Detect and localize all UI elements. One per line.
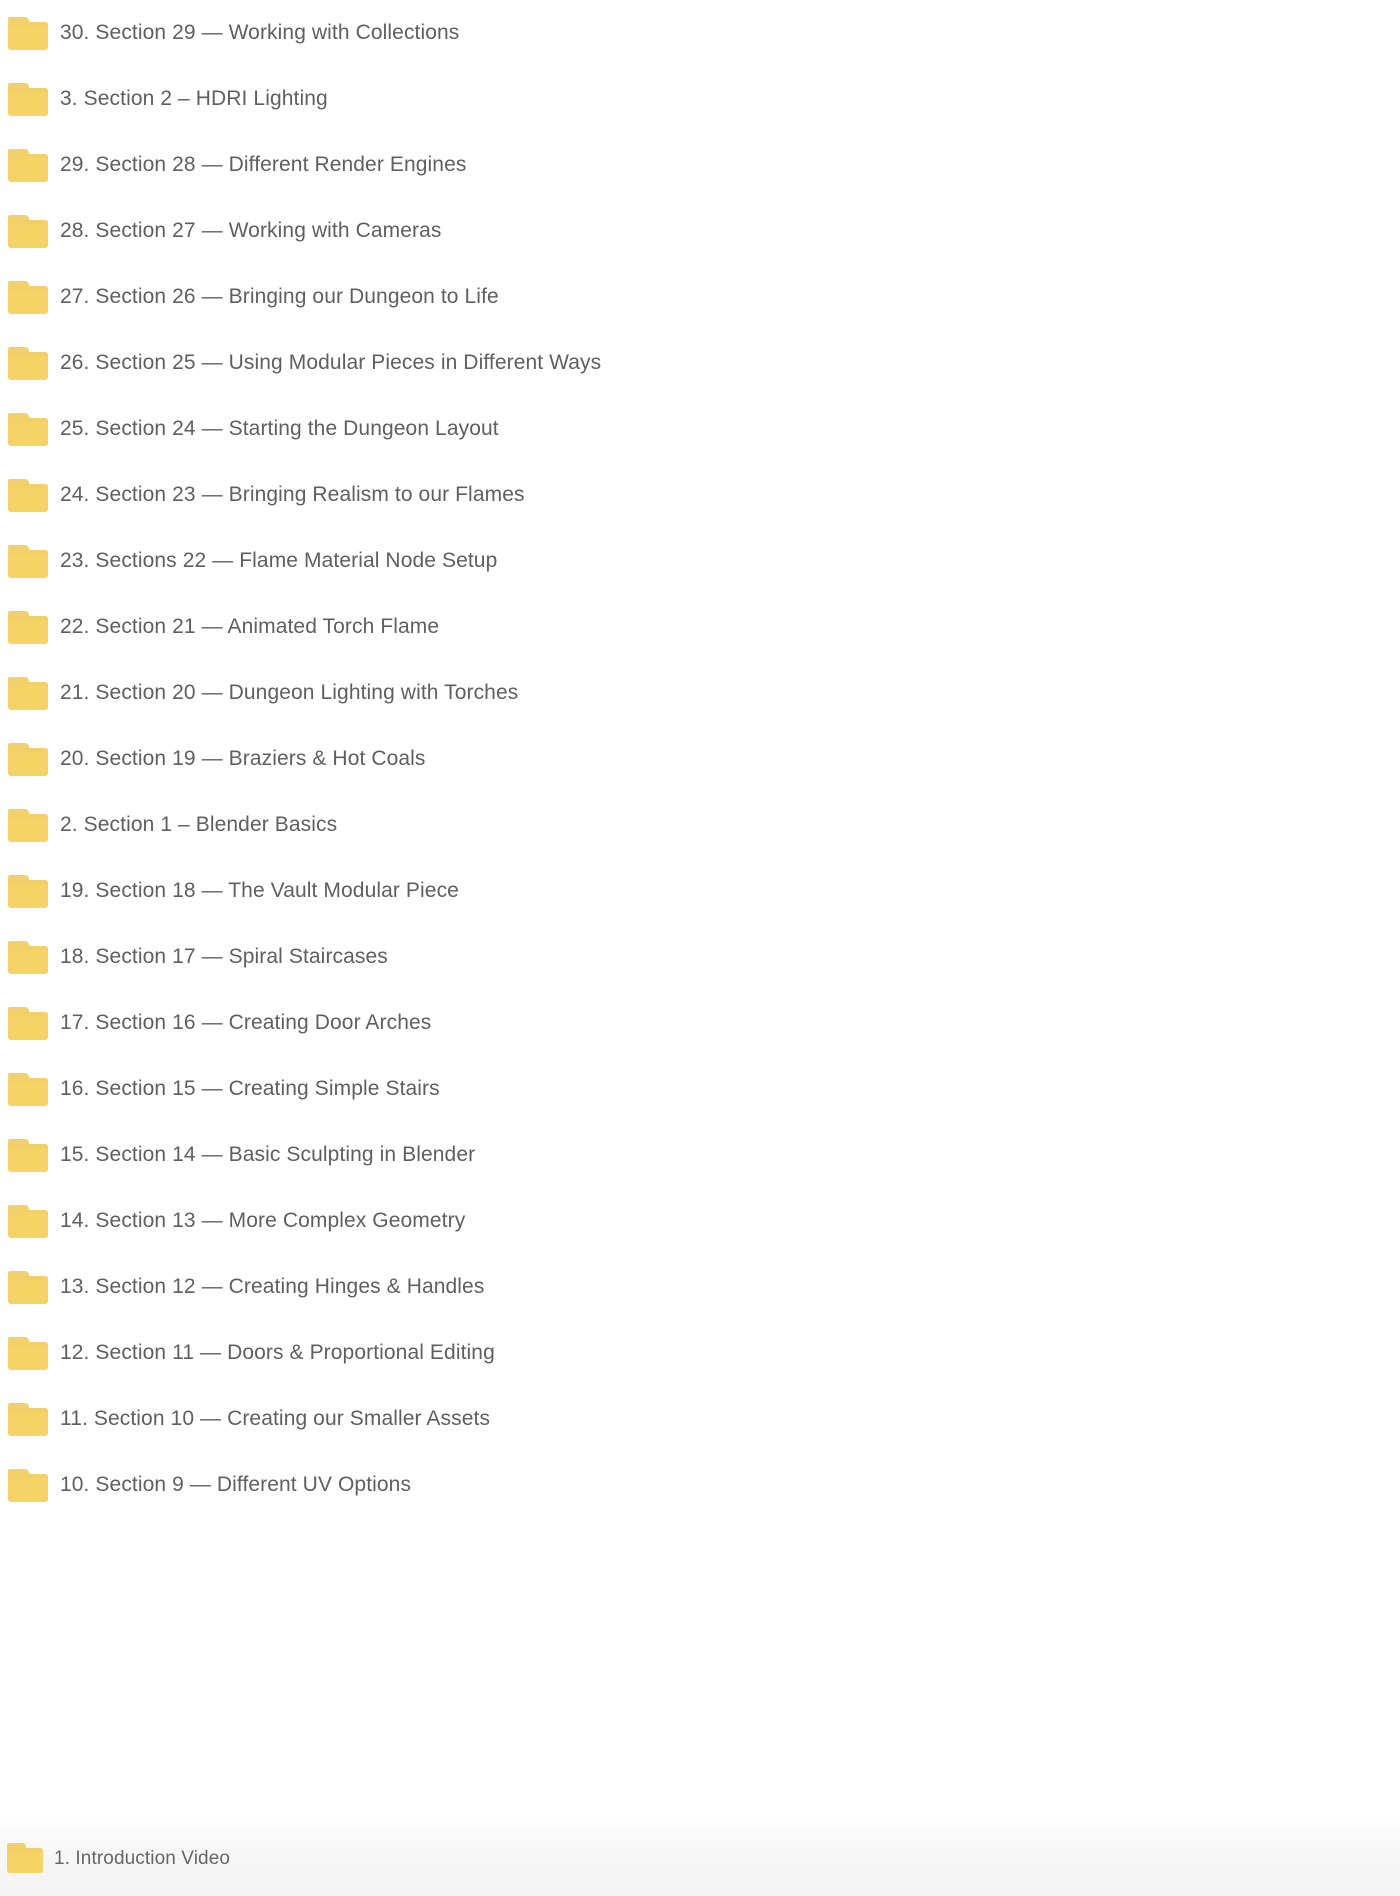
folder-icon xyxy=(8,1402,48,1436)
folder-icon xyxy=(8,874,48,908)
list-item[interactable]: 16. Section 15 — Creating Simple Stairs xyxy=(0,1056,1400,1122)
folder-icon xyxy=(7,1843,43,1873)
folder-icon xyxy=(8,1072,48,1106)
list-footer-band: 1. Introduction Video xyxy=(0,1820,1400,1896)
list-item[interactable]: 2. Section 1 – Blender Basics xyxy=(0,792,1400,858)
folder-icon xyxy=(8,808,48,842)
list-item-label: 1. Introduction Video xyxy=(54,1847,231,1869)
list-item[interactable]: 17. Section 16 — Creating Door Arches xyxy=(0,990,1400,1056)
list-item[interactable]: 19. Section 18 — The Vault Modular Piece xyxy=(0,858,1400,924)
list-item[interactable]: 12. Section 11 — Doors & Proportional Ed… xyxy=(0,1320,1400,1386)
folder-icon xyxy=(8,412,48,446)
list-item[interactable]: 27. Section 26 — Bringing our Dungeon to… xyxy=(0,264,1400,330)
folder-icon xyxy=(8,1468,48,1502)
list-item[interactable]: 15. Section 14 — Basic Sculpting in Blen… xyxy=(0,1122,1400,1188)
folder-icon xyxy=(8,610,48,644)
list-item-label: 19. Section 18 — The Vault Modular Piece xyxy=(60,879,459,902)
folder-icon xyxy=(8,82,48,116)
list-item[interactable]: 22. Section 21 — Animated Torch Flame xyxy=(0,594,1400,660)
folder-icon xyxy=(8,148,48,182)
list-item[interactable]: 13. Section 12 — Creating Hinges & Handl… xyxy=(0,1254,1400,1320)
folder-list: 30. Section 29 — Working with Collection… xyxy=(0,0,1400,1896)
folder-icon xyxy=(8,1006,48,1040)
list-item-label: 26. Section 25 — Using Modular Pieces in… xyxy=(60,351,602,374)
list-item-label: 30. Section 29 — Working with Collection… xyxy=(60,21,460,44)
list-item[interactable]: 26. Section 25 — Using Modular Pieces in… xyxy=(0,330,1400,396)
list-item[interactable]: 21. Section 20 — Dungeon Lighting with T… xyxy=(0,660,1400,726)
folder-icon xyxy=(8,280,48,314)
list-item-label: 22. Section 21 — Animated Torch Flame xyxy=(60,615,440,638)
list-item[interactable]: 25. Section 24 — Starting the Dungeon La… xyxy=(0,396,1400,462)
folder-icon xyxy=(8,742,48,776)
list-item-label: 29. Section 28 — Different Render Engine… xyxy=(60,153,467,176)
list-item[interactable]: 23. Sections 22 — Flame Material Node Se… xyxy=(0,528,1400,594)
list-item-label: 2. Section 1 – Blender Basics xyxy=(60,813,338,836)
folder-icon xyxy=(8,346,48,380)
list-item[interactable]: 11. Section 10 — Creating our Smaller As… xyxy=(0,1386,1400,1452)
list-item[interactable]: 24. Section 23 — Bringing Realism to our… xyxy=(0,462,1400,528)
folder-icon xyxy=(8,940,48,974)
list-item[interactable]: 29. Section 28 — Different Render Engine… xyxy=(0,132,1400,198)
list-item-label: 21. Section 20 — Dungeon Lighting with T… xyxy=(60,681,519,704)
list-item-label: 10. Section 9 — Different UV Options xyxy=(60,1473,412,1496)
folder-icon xyxy=(8,676,48,710)
folder-icon xyxy=(8,214,48,248)
list-item-label: 3. Section 2 – HDRI Lighting xyxy=(60,87,328,110)
list-item-label: 24. Section 23 — Bringing Realism to our… xyxy=(60,483,525,506)
folder-icon xyxy=(8,544,48,578)
list-item[interactable]: 30. Section 29 — Working with Collection… xyxy=(0,0,1400,66)
list-item[interactable]: 10. Section 9 — Different UV Options xyxy=(0,1452,1400,1518)
list-item-label: 12. Section 11 — Doors & Proportional Ed… xyxy=(60,1341,495,1364)
list-item[interactable]: 14. Section 13 — More Complex Geometry xyxy=(0,1188,1400,1254)
list-item-label: 15. Section 14 — Basic Sculpting in Blen… xyxy=(60,1143,476,1166)
list-item-label: 23. Sections 22 — Flame Material Node Se… xyxy=(60,549,498,572)
list-item-label: 20. Section 19 — Braziers & Hot Coals xyxy=(60,747,426,770)
list-item-label: 27. Section 26 — Bringing our Dungeon to… xyxy=(60,285,499,308)
list-item-label: 11. Section 10 — Creating our Smaller As… xyxy=(60,1407,491,1430)
list-item[interactable]: 18. Section 17 — Spiral Staircases xyxy=(0,924,1400,990)
folder-icon xyxy=(8,1270,48,1304)
list-item-label: 18. Section 17 — Spiral Staircases xyxy=(60,945,388,968)
list-item-label: 13. Section 12 — Creating Hinges & Handl… xyxy=(60,1275,485,1298)
list-item-label: 25. Section 24 — Starting the Dungeon La… xyxy=(60,417,499,440)
list-item[interactable]: 28. Section 27 — Working with Cameras xyxy=(0,198,1400,264)
folder-icon xyxy=(8,16,48,50)
folder-icon xyxy=(8,1204,48,1238)
list-item-label: 14. Section 13 — More Complex Geometry xyxy=(60,1209,466,1232)
list-item-label: 16. Section 15 — Creating Simple Stairs xyxy=(60,1077,440,1100)
folder-icon xyxy=(8,1336,48,1370)
folder-icon xyxy=(8,478,48,512)
list-item[interactable]: 1. Introduction Video xyxy=(0,1828,1400,1888)
folder-icon xyxy=(8,1138,48,1172)
list-item-label: 28. Section 27 — Working with Cameras xyxy=(60,219,442,242)
list-item[interactable]: 20. Section 19 — Braziers & Hot Coals xyxy=(0,726,1400,792)
list-item-label: 17. Section 16 — Creating Door Arches xyxy=(60,1011,432,1034)
list-item[interactable]: 3. Section 2 – HDRI Lighting xyxy=(0,66,1400,132)
